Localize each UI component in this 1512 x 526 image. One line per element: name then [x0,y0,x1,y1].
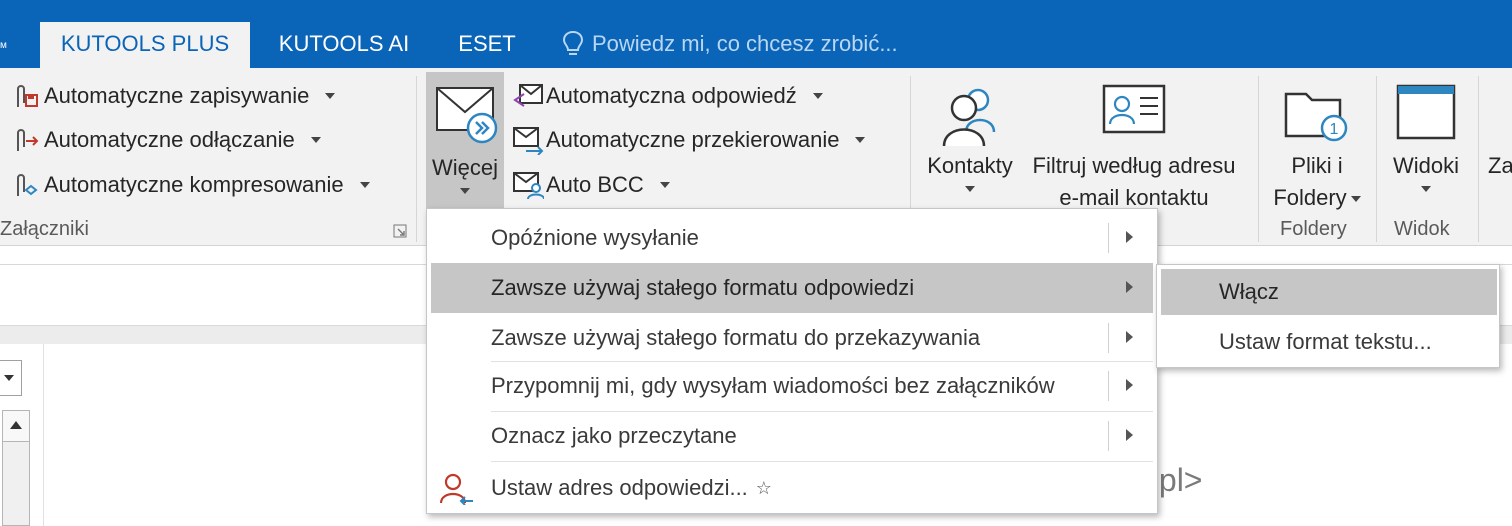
chevron-right-icon [1126,331,1133,343]
chevron-right-icon [1126,379,1133,391]
paperclip-detach-icon [10,124,44,156]
group-label-attachments: Załączniki [0,218,89,240]
auto-bcc-button[interactable]: Auto BCC [512,167,670,203]
chevron-right-icon [1126,231,1133,243]
auto-save-attachments-button[interactable]: Automatyczne zapisywanie [10,78,336,114]
auto-reply-button[interactable]: Automatyczna odpowiedź [512,78,823,114]
lightbulb-icon [562,30,584,55]
menu-item-label: Zawsze używaj stałego formatu odpowiedzi [491,275,915,300]
chevron-down-icon [855,137,866,143]
views-label: Widoki [1382,150,1470,192]
auto-bcc-label: Auto BCC [546,172,644,197]
ribbon-separator [1376,76,1377,242]
tell-me-search[interactable]: Powiedz mi, co chcesz zrobić... [562,22,898,66]
star-icon[interactable]: ☆ [756,478,772,499]
files-and-folders-button[interactable]: 1 Pliki i Foldery [1270,74,1364,214]
window-icon [1396,84,1456,140]
menu-item-label: Opóźnione wysyłanie [491,225,699,250]
envelope-reply-icon [512,80,546,112]
group-label-folders: Foldery [1280,218,1347,240]
window-title-fragment: м [0,40,7,51]
menu-item-label: Przypomnij mi, gdy wysyłam wiadomości be… [491,373,1055,398]
dialog-launcher-icon[interactable] [393,224,407,238]
more-button-label: Więcej [426,152,504,194]
chevron-right-icon [1126,429,1133,441]
menu-item-fixed-forward-format[interactable]: Zawsze używaj stałego formatu do przekaz… [431,313,1153,363]
menu-item-set-reply-address[interactable]: Ustaw adres odpowiedzi... ☆ [431,463,1153,513]
chevron-down-icon [659,182,670,188]
chevron-down-icon [1421,186,1431,192]
submenu-item-set-text-format[interactable]: Ustaw format tekstu... [1161,319,1497,365]
dropdown-stub[interactable] [0,360,22,396]
menu-item-fixed-reply-format[interactable]: Zawsze używaj stałego formatu odpowiedzi [431,263,1153,313]
submenu-item-enable[interactable]: Włącz [1161,269,1497,315]
chevron-down-icon [965,186,975,192]
fixed-reply-format-submenu: Włącz Ustaw format tekstu... [1156,264,1500,368]
menu-item-label: Oznacz jako przeczytane [491,423,737,448]
submenu-item-label: Ustaw format tekstu... [1219,329,1432,354]
auto-reply-label: Automatyczna odpowiedź [546,83,797,108]
chevron-down-icon [460,188,470,194]
group-label-view: Widok [1394,218,1450,240]
auto-save-label: Automatyczne zapisywanie [44,83,310,108]
ribbon-separator [416,76,417,242]
tab-kutools-ai[interactable]: KUTOOLS AI [264,22,424,68]
files-folders-label: Pliki i Foldery [1270,150,1364,214]
menu-item-separator [1108,371,1109,401]
reply-address-icon [439,473,473,505]
menu-divider [491,461,1153,462]
contact-card-icon [1102,84,1166,134]
folder-icon: 1 [1284,92,1348,142]
filter-label: Filtruj według adresu e-mail kontaktu [1032,153,1236,210]
envelope-forward-icon [436,87,498,144]
contacts-button[interactable]: Kontakty [920,74,1020,214]
menu-item-remind-no-attachments[interactable]: Przypomnij mi, gdy wysyłam wiadomości be… [431,361,1153,411]
auto-redirect-label: Automatyczne przekierowanie [546,127,840,152]
menu-item-separator [1108,421,1109,451]
ribbon-separator [1258,76,1259,242]
contacts-label: Kontakty [920,150,1020,192]
svg-text:1: 1 [1330,121,1339,138]
filter-by-contact-email-button[interactable]: Filtruj według adresu e-mail kontaktu [1022,74,1246,214]
contacts-icon [942,88,996,147]
menu-item-delayed-send[interactable]: Opóźnione wysyłanie [431,213,1153,263]
auto-detach-label: Automatyczne odłączanie [44,127,295,152]
tell-me-placeholder: Powiedz mi, co chcesz zrobić... [592,31,898,56]
envelope-redirect-icon [512,124,546,156]
paperclip-save-icon [10,80,44,112]
scroll-up-button[interactable] [2,410,30,442]
auto-redirect-button[interactable]: Automatyczne przekierowanie [512,122,866,158]
chevron-down-icon [325,93,336,99]
menu-item-separator [1108,223,1109,253]
auto-detach-attachments-button[interactable]: Automatyczne odłączanie [10,122,321,158]
paperclip-compress-icon [10,169,44,201]
chevron-right-icon [1126,281,1133,293]
chevron-down-icon [310,137,321,143]
ribbon-separator [1478,76,1479,242]
more-button[interactable]: Więcej [426,72,504,210]
submenu-item-label: Włącz [1219,279,1279,304]
menu-item-label: Zawsze używaj stałego formatu do przekaz… [491,325,981,350]
auto-compress-attachments-button[interactable]: Automatyczne kompresowanie [10,167,370,203]
tab-eset[interactable]: ESET [446,22,528,68]
title-tab-bar: м KUTOOLS PLUS KUTOOLS AI ESET Powiedz m… [0,0,1512,68]
menu-item-mark-as-read[interactable]: Oznacz jako przeczytane [431,411,1153,461]
truncated-ribbon-button[interactable]: Za [1488,150,1512,182]
chevron-down-icon [359,182,370,188]
menu-item-label: Ustaw adres odpowiedzi... [491,475,748,500]
more-dropdown-menu: Opóźnione wysyłanie Zawsze używaj stałeg… [426,208,1158,514]
views-button[interactable]: Widoki [1382,74,1470,214]
chevron-down-icon [812,93,823,99]
envelope-bcc-icon [512,169,546,201]
auto-compress-label: Automatyczne kompresowanie [44,172,344,197]
menu-item-separator [1108,323,1109,353]
chevron-down-icon [1350,196,1361,203]
tab-kutools-plus[interactable]: KUTOOLS PLUS [40,22,250,68]
